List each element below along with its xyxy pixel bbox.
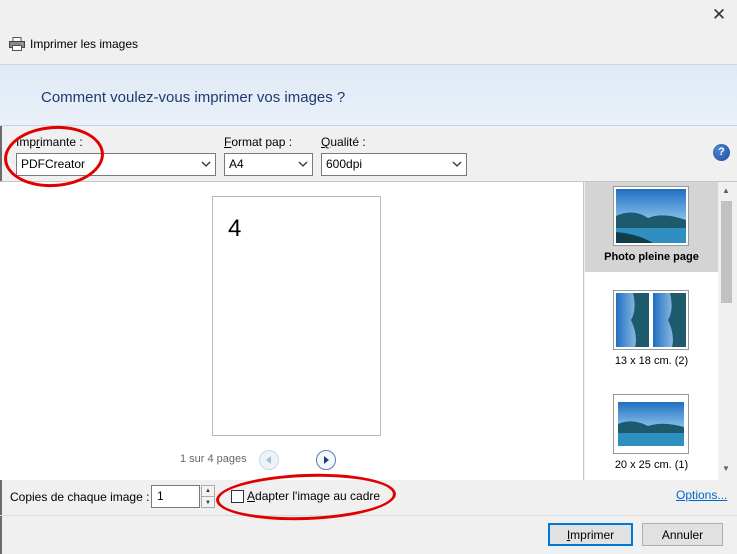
- layout-label: 13 x 18 cm. (2): [614, 355, 689, 367]
- layout-item-full-page[interactable]: Photo pleine page: [585, 182, 718, 272]
- layout-list: Photo pleine page 13 x 18 cm. (2) 20 x 2…: [585, 182, 718, 480]
- layout-item-13x18[interactable]: 13 x 18 cm. (2): [585, 286, 718, 376]
- scrollbar-thumb[interactable]: [721, 201, 732, 303]
- copies-label: Copies de chaque image :: [10, 490, 150, 504]
- page-heading: Comment voulez-vous imprimer vos images …: [41, 89, 346, 106]
- preview-page: 4: [212, 196, 381, 436]
- paper-size-value: A4: [229, 157, 244, 171]
- copies-input[interactable]: 1: [151, 485, 200, 508]
- stepper-down-icon[interactable]: ▼: [202, 497, 214, 508]
- landscape-photo-icon: [613, 394, 689, 454]
- two-portrait-photos-icon: [613, 290, 689, 350]
- window-title: Imprimer les images: [30, 37, 139, 51]
- header-banner: Comment voulez-vous imprimer vos images …: [0, 64, 737, 126]
- paper-size-select[interactable]: A4: [224, 153, 313, 176]
- options-link[interactable]: Options...: [676, 488, 727, 502]
- layout-scrollbar[interactable]: ▲ ▼: [718, 182, 735, 480]
- printer-label: Imprimante :: [16, 135, 83, 149]
- landscape-photo-icon: [613, 186, 689, 246]
- printer-select[interactable]: PDFCreator: [16, 153, 216, 176]
- copies-stepper[interactable]: ▲ ▼: [201, 485, 215, 508]
- printer-value: PDFCreator: [21, 157, 86, 171]
- pager-text: 1 sur 4 pages: [180, 453, 247, 465]
- quality-label: Qualité :: [321, 135, 366, 149]
- chevron-down-icon: [298, 161, 308, 167]
- close-icon: ✕: [711, 5, 727, 24]
- scroll-up-icon[interactable]: ▲: [722, 186, 730, 195]
- cancel-button[interactable]: Annuler: [642, 523, 723, 546]
- footer-divider: [0, 515, 737, 516]
- layout-label: Photo pleine page: [604, 251, 699, 263]
- layout-item-20x25[interactable]: 20 x 25 cm. (1): [585, 390, 718, 480]
- scroll-down-icon[interactable]: ▼: [722, 464, 730, 473]
- preview-page-number: 4: [228, 215, 242, 242]
- print-preview-panel: 4 1 sur 4 pages: [0, 182, 584, 480]
- help-icon[interactable]: ?: [713, 144, 730, 161]
- printer-icon: [9, 37, 25, 51]
- print-button[interactable]: Imprimer: [548, 523, 633, 546]
- layout-label: 20 x 25 cm. (1): [614, 459, 689, 471]
- quality-select[interactable]: 600dpi: [321, 153, 467, 176]
- arrow-right-icon: [324, 456, 329, 464]
- stepper-up-icon[interactable]: ▲: [202, 486, 214, 497]
- fit-to-frame-checkbox[interactable]: [231, 490, 244, 503]
- next-page-button[interactable]: [316, 450, 336, 470]
- quality-value: 600dpi: [326, 157, 363, 171]
- chevron-down-icon: [201, 161, 211, 167]
- previous-page-button[interactable]: [259, 450, 279, 470]
- title-bar: ✕ Imprimer les images: [0, 0, 737, 64]
- arrow-left-icon: [266, 456, 271, 464]
- chevron-down-icon: [452, 161, 462, 167]
- paper-size-label: Format pap :: [224, 135, 293, 149]
- close-button[interactable]: ✕: [704, 4, 734, 26]
- fit-to-frame-label[interactable]: Adapter l'image au cadre: [247, 489, 380, 503]
